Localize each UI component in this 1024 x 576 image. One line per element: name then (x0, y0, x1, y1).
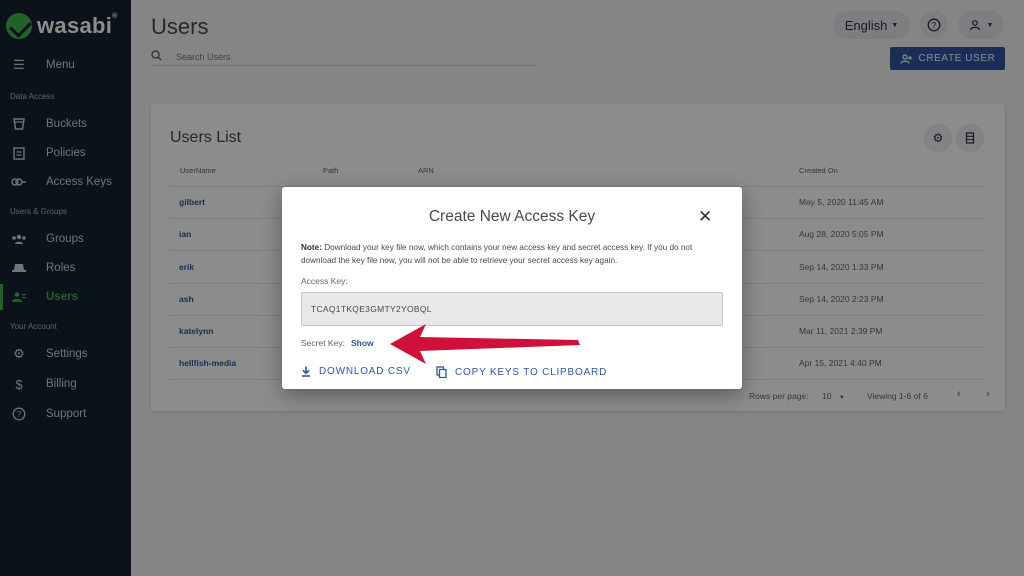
show-secret-key-link[interactable]: Show (351, 338, 374, 348)
access-key-label: Access Key: (301, 276, 348, 286)
copy-keys-label: COPY KEYS TO CLIPBOARD (455, 366, 608, 378)
secret-key-label: Secret Key: (301, 338, 345, 348)
dialog-title: Create New Access Key (428, 208, 596, 225)
download-icon (302, 366, 310, 377)
note-text: Download your key file now, which contai… (301, 243, 693, 265)
access-key-value: TCAQ1TKQE3GMTY2YOBQL (311, 304, 432, 314)
annotation-arrow-icon (390, 324, 580, 364)
note-label: Note: (301, 243, 322, 252)
close-icon[interactable]: ✕ (698, 207, 712, 227)
dialog-note: Note: Download your key file now, which … (301, 241, 726, 267)
